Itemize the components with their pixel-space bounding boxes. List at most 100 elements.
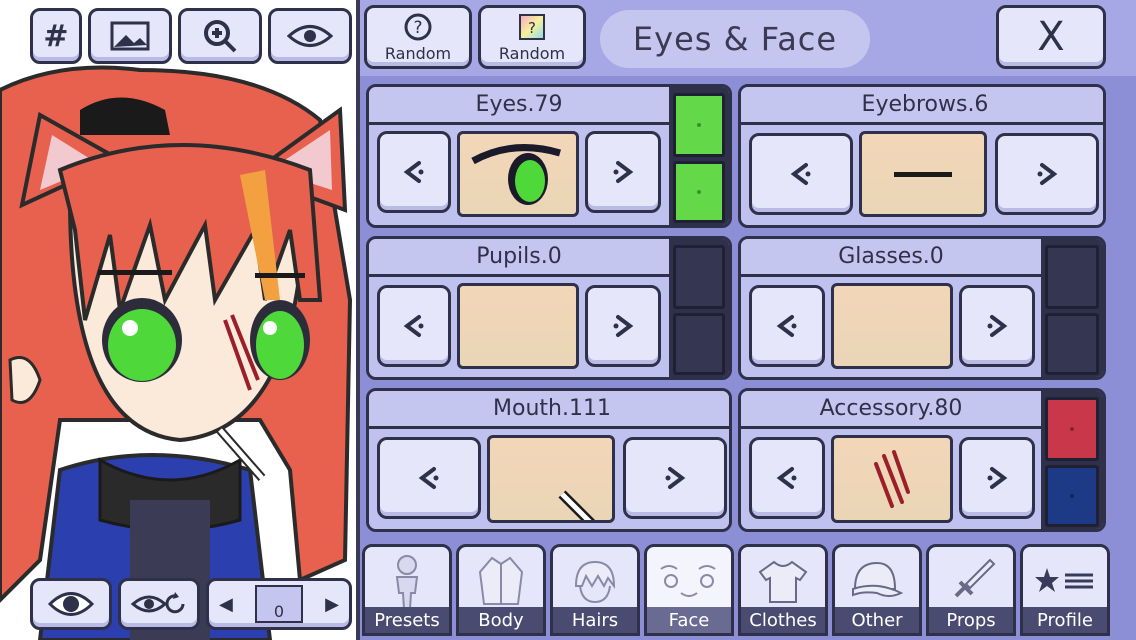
- slot-label: Pupils.0: [369, 239, 669, 277]
- arrow-right-icon: [987, 467, 1008, 489]
- eyes-next-button[interactable]: [585, 131, 661, 213]
- scratch-icon: [874, 450, 910, 508]
- arrow-right-icon: [987, 315, 1008, 337]
- mouth-prev-button[interactable]: [377, 437, 481, 519]
- glasses-color-column: [1041, 239, 1103, 377]
- glasses-prev-button[interactable]: [749, 285, 825, 367]
- glasses-preview: [831, 283, 953, 369]
- editor-panel: ? Random ? Random Eyes & Face X Eyes.79: [360, 0, 1136, 640]
- arrow-left-icon: [403, 161, 424, 183]
- accessory-next-button[interactable]: [959, 437, 1035, 519]
- accessory-color-2[interactable]: [1045, 465, 1099, 527]
- image-icon: [110, 21, 150, 51]
- pose-prev-icon[interactable]: ◀: [219, 594, 233, 615]
- eye-icon: [287, 25, 333, 47]
- tab-profile[interactable]: Profile: [1020, 544, 1110, 636]
- arrow-left-icon: [790, 163, 811, 185]
- arrow-right-icon: [665, 467, 686, 489]
- pupils-preview: [457, 283, 579, 369]
- pose-preview: 0: [255, 585, 303, 623]
- cap-icon: [852, 561, 904, 597]
- random-face-button[interactable]: ? Random: [364, 5, 472, 69]
- pupils-prev-button[interactable]: [377, 285, 451, 367]
- character-canvas[interactable]: [0, 0, 358, 640]
- tab-label: Clothes: [741, 607, 825, 633]
- tab-props[interactable]: Props: [926, 544, 1016, 636]
- grid-icon: #: [43, 18, 69, 54]
- pupils-color-1[interactable]: [673, 245, 725, 309]
- pose-selector[interactable]: ◀ 0 ▶: [206, 578, 352, 630]
- eyebrows-preview: [859, 131, 987, 217]
- accessory-color-1[interactable]: [1045, 397, 1099, 461]
- glasses-next-button[interactable]: [959, 285, 1035, 367]
- eyebrows-prev-button[interactable]: [749, 133, 853, 215]
- pupils-color-column: [669, 239, 729, 377]
- slot-body: [369, 125, 669, 225]
- slot-body: [741, 125, 1103, 225]
- eyes-color-1[interactable]: [673, 93, 725, 157]
- slot-accessory: Accessory.80: [738, 388, 1106, 532]
- slot-pupils: Pupils.0: [366, 236, 732, 380]
- arrow-right-icon: [613, 161, 634, 183]
- tab-label: Body: [459, 607, 543, 633]
- slot-body: [369, 277, 669, 377]
- glasses-color-1[interactable]: [1045, 245, 1099, 309]
- tab-label: Other: [835, 607, 919, 633]
- tab-label: Profile: [1023, 607, 1107, 633]
- close-button[interactable]: X: [996, 5, 1106, 69]
- tab-label: Face: [647, 607, 731, 633]
- grid-button[interactable]: #: [30, 8, 82, 64]
- accessory-prev-button[interactable]: [749, 437, 825, 519]
- arrow-right-icon: [1037, 163, 1058, 185]
- tab-face[interactable]: Face: [644, 544, 734, 636]
- tab-other[interactable]: Other: [832, 544, 922, 636]
- svg-text:?: ?: [413, 18, 422, 38]
- eyes-color-column: [669, 87, 729, 225]
- shirt-icon: [758, 560, 808, 603]
- reset-view-button[interactable]: [118, 578, 200, 630]
- jacket-icon: [478, 556, 524, 605]
- slot-label: Eyebrows.6: [741, 87, 1103, 125]
- pupils-color-2[interactable]: [673, 313, 725, 375]
- question-icon: ?: [404, 13, 432, 40]
- tab-presets[interactable]: Presets: [362, 544, 452, 636]
- tab-clothes[interactable]: Clothes: [738, 544, 828, 636]
- accessory-color-column: [1041, 391, 1103, 529]
- glasses-color-2[interactable]: [1045, 313, 1099, 375]
- eyebrow-style-icon: [894, 171, 952, 177]
- tab-hairs[interactable]: Hairs: [550, 544, 640, 636]
- arrow-right-icon: [613, 315, 634, 337]
- slot-label: Accessory.80: [741, 391, 1041, 429]
- eyes-prev-button[interactable]: [377, 131, 451, 213]
- eyes-preview: [457, 131, 579, 217]
- accessory-preview: [831, 435, 953, 523]
- pupils-next-button[interactable]: [585, 285, 661, 367]
- tab-body[interactable]: Body: [456, 544, 546, 636]
- zoom-in-icon: [204, 20, 237, 53]
- slot-label: Mouth.111: [369, 391, 729, 429]
- arrow-left-icon: [418, 467, 439, 489]
- mouth-preview: [487, 435, 615, 523]
- slot-body: [369, 429, 729, 529]
- pose-next-icon[interactable]: ▶: [325, 594, 339, 615]
- eyes-color-2[interactable]: [673, 161, 725, 223]
- random-label: Random: [384, 43, 452, 63]
- eye-style-icon: [471, 144, 561, 205]
- arrow-left-icon: [776, 315, 797, 337]
- tab-label: Presets: [365, 607, 449, 633]
- page-title: Eyes & Face: [600, 10, 870, 68]
- background-button[interactable]: [88, 8, 172, 64]
- toggle-ui-button[interactable]: [268, 8, 352, 64]
- zoom-button[interactable]: [178, 8, 262, 64]
- random-label: Random: [498, 43, 566, 63]
- arrow-left-icon: [776, 467, 797, 489]
- mouth-next-button[interactable]: [623, 437, 727, 519]
- eye-refresh-icon: [131, 592, 185, 614]
- visibility-button[interactable]: [30, 578, 112, 630]
- sword-icon: [954, 558, 996, 598]
- tab-label: Hairs: [553, 607, 637, 633]
- character-illustration: [0, 65, 353, 640]
- panel-header: ? Random ? Random Eyes & Face X: [360, 0, 1136, 76]
- random-color-button[interactable]: ? Random: [478, 5, 586, 69]
- eyebrows-next-button[interactable]: [995, 133, 1099, 215]
